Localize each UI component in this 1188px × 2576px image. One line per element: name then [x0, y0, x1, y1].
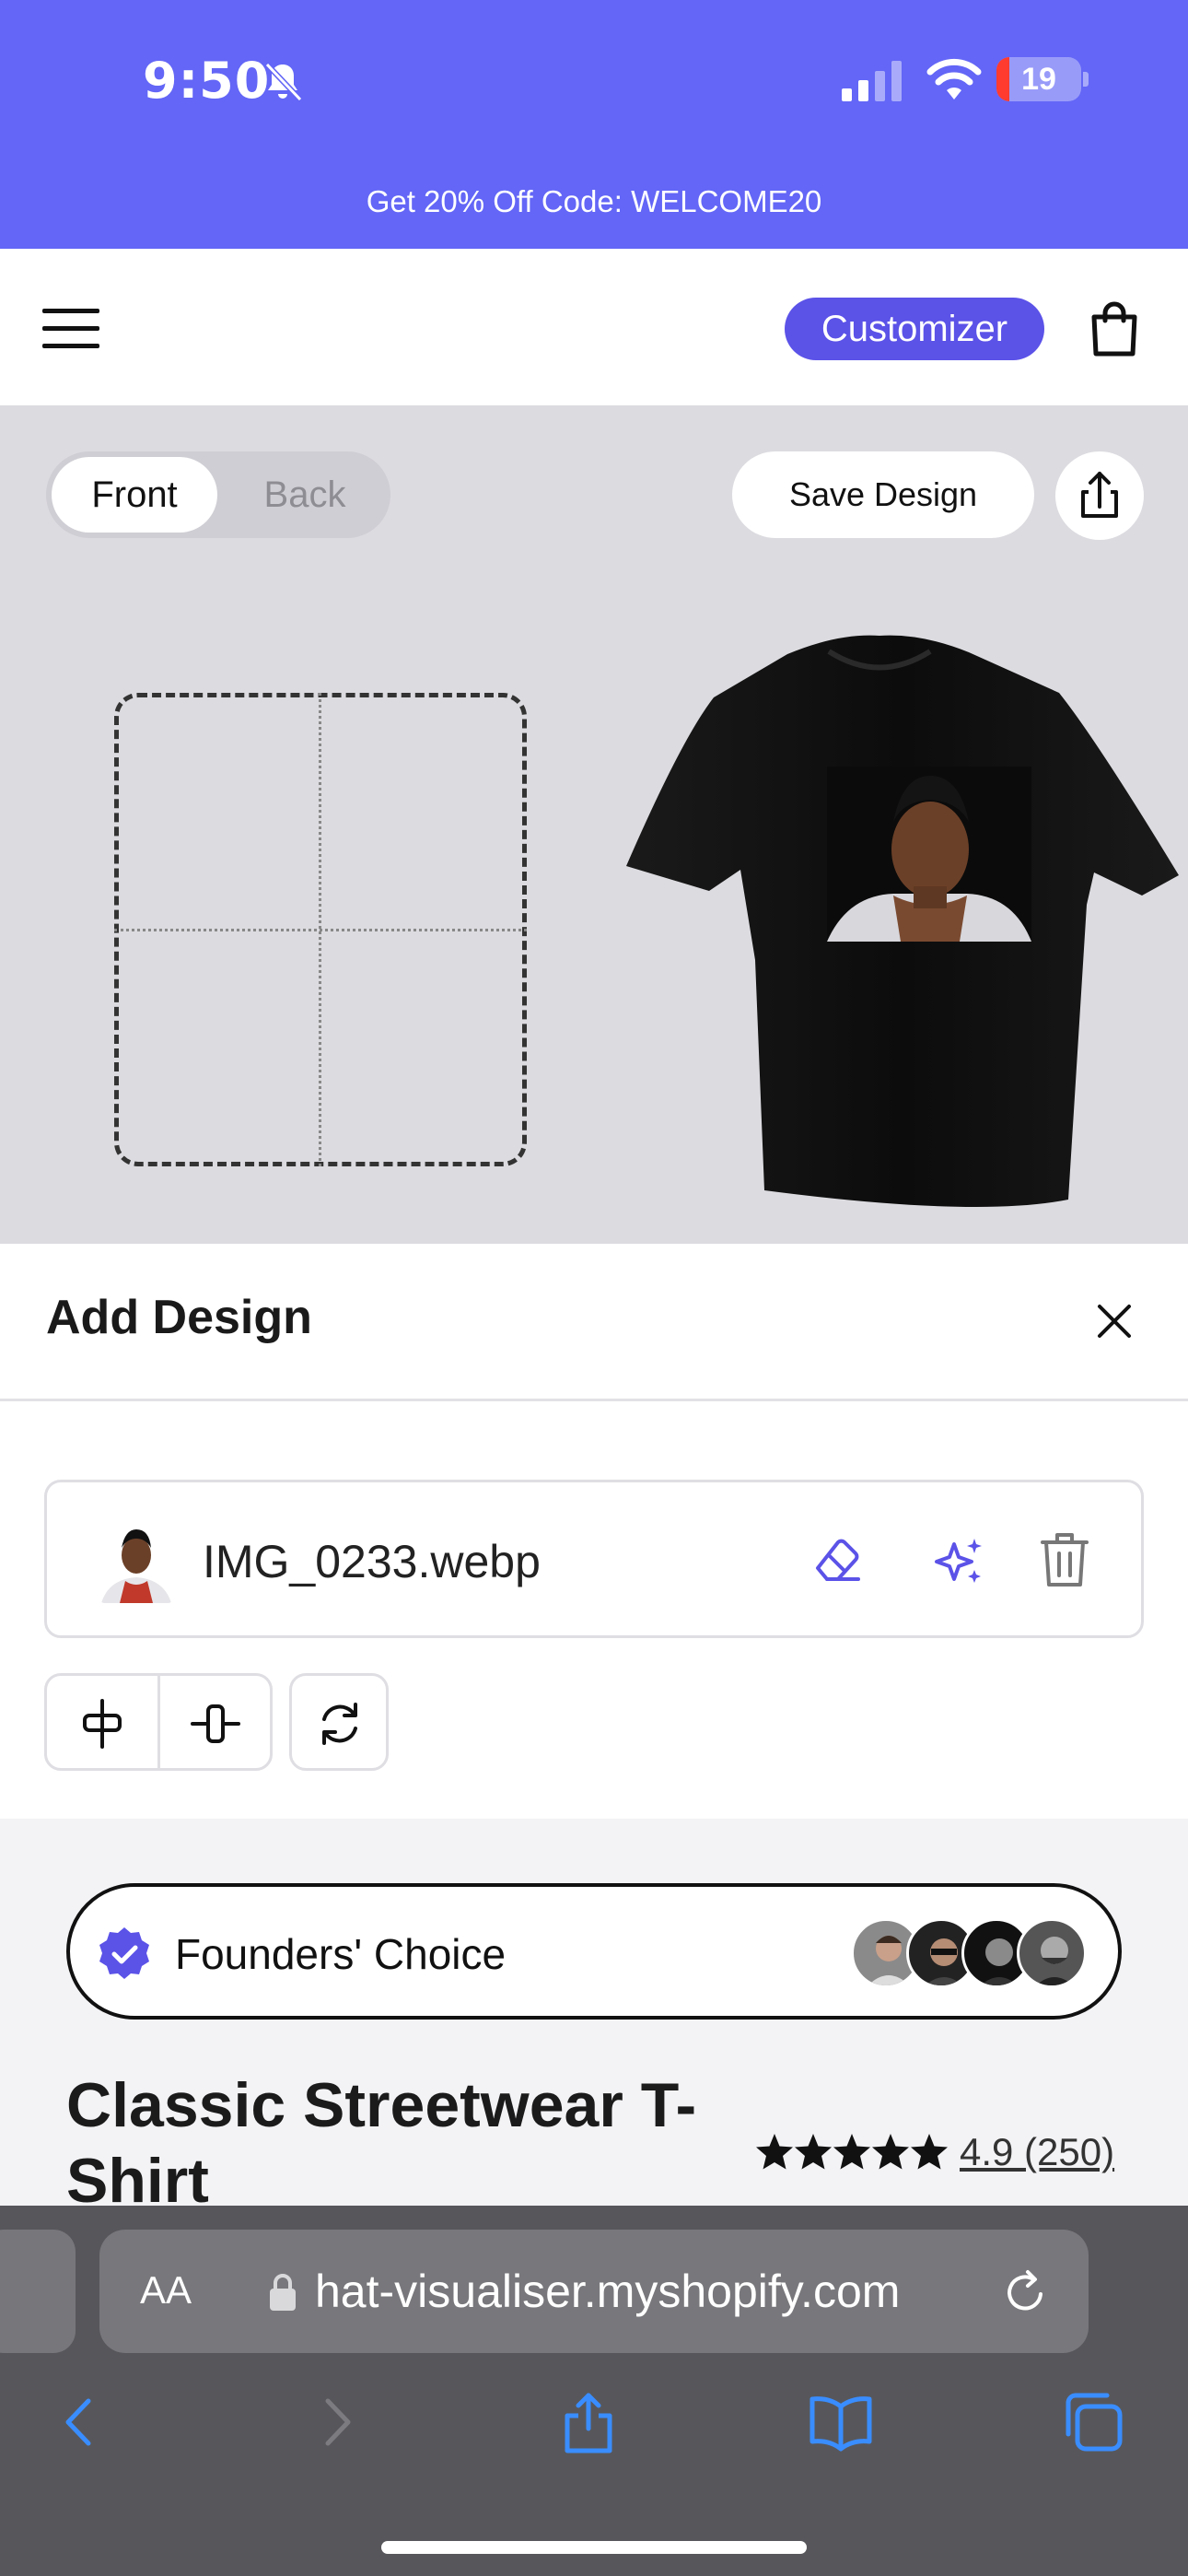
back-tab[interactable]: Back [227, 457, 383, 533]
sheet-title: Add Design [46, 1291, 312, 1344]
printed-photo [827, 767, 1031, 942]
promo-text: Get 20% Off Code: WELCOME20 [366, 184, 822, 218]
close-icon[interactable] [1092, 1299, 1136, 1343]
home-indicator[interactable] [381, 2541, 807, 2554]
product-title: Classic Streetwear T-Shirt [66, 2070, 697, 2216]
share-icon[interactable] [556, 2390, 621, 2454]
battery-indicator: 19 [996, 57, 1081, 101]
trash-icon[interactable] [1037, 1529, 1092, 1590]
reader-options-button[interactable]: AA [140, 2268, 192, 2313]
bookmarks-icon[interactable] [809, 2390, 873, 2454]
share-button[interactable] [1055, 451, 1144, 540]
sheet-divider [0, 1399, 1188, 1401]
customizer-button[interactable]: Customizer [785, 298, 1044, 360]
hamburger-menu-icon[interactable] [42, 309, 99, 349]
tabs-icon[interactable] [1061, 2390, 1125, 2454]
save-design-button[interactable]: Save Design [732, 451, 1034, 538]
ai-sparkle-icon[interactable] [932, 1533, 987, 1588]
align-horizontal-center-icon[interactable] [76, 1697, 129, 1751]
reload-icon[interactable] [1000, 2266, 1052, 2318]
cellular-signal-icon [842, 61, 902, 101]
shopping-bag-icon[interactable] [1089, 300, 1140, 357]
tool-separator [157, 1673, 160, 1771]
founder-avatar [1017, 1918, 1087, 1988]
file-thumbnail [98, 1515, 175, 1603]
wifi-icon [926, 58, 982, 100]
front-tab[interactable]: Front [52, 457, 217, 533]
horizontal-guide [114, 929, 527, 931]
align-vertical-center-icon[interactable] [189, 1697, 242, 1751]
rating-link[interactable]: 4.9 (250) [960, 2130, 1114, 2174]
status-time: 9:50 [143, 52, 271, 110]
file-name: IMG_0233.webp [203, 1536, 541, 1587]
url-text[interactable]: hat-visualiser.myshopify.com [315, 2265, 900, 2318]
rotate-icon [322, 1703, 357, 1745]
share-icon [1081, 472, 1118, 518]
lock-icon [270, 2274, 296, 2311]
battery-tip [1083, 72, 1089, 87]
rating-stars-icon [756, 2134, 948, 2170]
founders-choice-label: Founders' Choice [175, 1930, 507, 1978]
forward-arrow-icon[interactable] [304, 2390, 368, 2454]
eraser-icon[interactable] [810, 1533, 864, 1587]
silent-bell-icon [264, 62, 303, 102]
previous-tab-edge[interactable] [0, 2230, 76, 2353]
verified-badge-icon [99, 1927, 149, 1979]
tshirt-preview [626, 635, 1179, 1207]
back-arrow-icon[interactable] [48, 2390, 112, 2454]
